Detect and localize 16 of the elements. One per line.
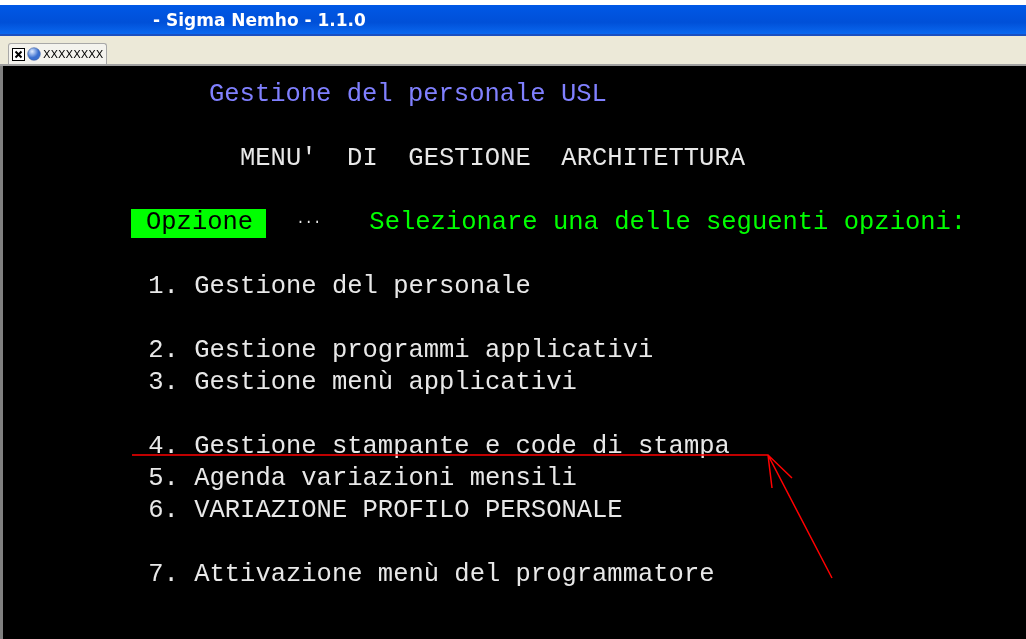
prompt-message: Selezionare una delle seguenti opzioni: (369, 207, 967, 239)
menu-option: 2. Gestione programmi applicativi (148, 335, 654, 367)
menu-option: 5. Agenda variazioni mensili (148, 463, 577, 495)
session-tab[interactable]: XXXXXXXX (8, 43, 108, 64)
menu-option: 4. Gestione stampante e code di stampa (148, 431, 730, 463)
input-field[interactable]: ... (296, 203, 322, 239)
close-icon[interactable] (12, 47, 25, 61)
globe-icon (27, 47, 41, 61)
screen-title: Gestione del personale USL (209, 79, 607, 111)
menu-option: 1. Gestione del personale (148, 271, 531, 303)
window-title: - Sigma Nemho - 1.1.0 (153, 9, 366, 30)
option-label: Opzione (131, 208, 267, 238)
menu-option: 7. Attivazione menù del programmatore (148, 559, 715, 591)
menu-option: 3. Gestione menù applicativi (148, 367, 577, 399)
menu-option: 6. VARIAZIONE PROFILO PERSONALE (148, 495, 623, 527)
menu-heading: MENU' DI GESTIONE ARCHITETTURA (240, 143, 745, 175)
